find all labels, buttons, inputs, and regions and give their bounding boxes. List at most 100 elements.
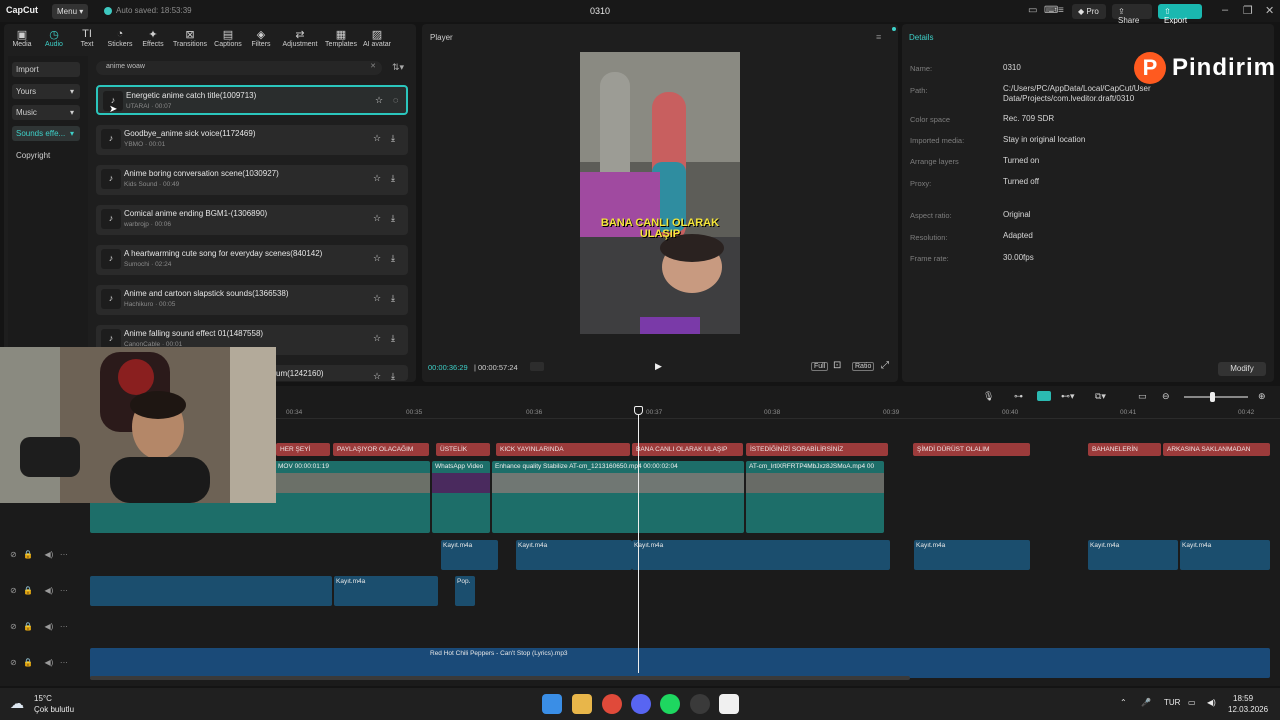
export-button[interactable]: ⇧ Export: [1158, 4, 1202, 25]
tab-text[interactable]: TI Text: [70, 28, 104, 48]
tab-stickers[interactable]: ◔ Stickers: [103, 28, 137, 48]
video-preview[interactable]: [580, 52, 740, 334]
fullscreen-icon[interactable]: ⤢: [881, 360, 889, 371]
favorite-icon[interactable]: ☆: [373, 173, 381, 184]
clear-icon[interactable]: ✕: [370, 62, 376, 70]
tab-filters[interactable]: ◈ Filters: [244, 28, 278, 48]
download-icon[interactable]: ⤓: [391, 333, 395, 344]
subnav-copyright[interactable]: Copyright: [12, 148, 80, 163]
zoom-in-icon[interactable]: ⊕: [1258, 391, 1266, 402]
subnav-music[interactable]: Music ▾: [12, 105, 80, 120]
subnav-sound-effects[interactable]: Sounds effe... ▾: [12, 126, 80, 141]
text-clip[interactable]: BAHANELERİN: [1088, 443, 1161, 456]
full-button[interactable]: Full: [811, 362, 829, 371]
obs-icon[interactable]: [690, 694, 710, 714]
clock-date[interactable]: 12.03.2026: [1228, 705, 1268, 714]
sound-item[interactable]: ♪ Goodbye_anime sick voice(1172469) YBMO…: [96, 125, 408, 155]
track-controls[interactable]: ⊘ 🔒 ◀) ···: [10, 622, 68, 631]
download-icon[interactable]: ⤓: [391, 371, 395, 381]
audio-clip[interactable]: [90, 576, 332, 606]
audio-clip[interactable]: Kayıt.m4a: [441, 540, 498, 570]
audio-clip[interactable]: Kayıt.m4a: [516, 540, 632, 570]
download-icon[interactable]: ⤓: [391, 213, 395, 224]
timeline-view-icon[interactable]: [530, 362, 544, 371]
sound-item[interactable]: ♪ Energetic anime catch title(1009713) U…: [96, 85, 408, 115]
tab-transitions[interactable]: ⊠ Transitions: [172, 28, 208, 48]
tab-effects[interactable]: ✦ Effects: [136, 28, 170, 48]
subnav-yours[interactable]: Yours ▾: [12, 84, 80, 99]
audio-clip[interactable]: Kayıt.m4a: [334, 576, 438, 606]
text-clip[interactable]: ŞİMDİ DÜRÜST OLALIM: [913, 443, 1030, 456]
audio-clip[interactable]: Kayıt.m4a: [632, 540, 890, 570]
modify-button[interactable]: Modify: [1218, 362, 1266, 376]
tab-adjustment[interactable]: ⇄ Adjustment: [280, 28, 320, 48]
favorite-icon[interactable]: ☆: [375, 95, 383, 106]
shortcut-icon[interactable]: ⌨: [1044, 5, 1058, 16]
menu-list-icon[interactable]: ≡: [1058, 5, 1064, 16]
audio-clip[interactable]: Kayıt.m4a: [1088, 540, 1178, 570]
pro-button[interactable]: ◆ Pro: [1072, 4, 1106, 19]
favorite-icon[interactable]: ☆: [373, 133, 381, 144]
tab-audio[interactable]: ◷ Audio: [37, 28, 71, 48]
zoom-slider[interactable]: [1184, 396, 1248, 398]
file-explorer-icon[interactable]: [572, 694, 592, 714]
clock-time[interactable]: 18:59: [1233, 694, 1253, 703]
zoom-slider-handle[interactable]: [1210, 392, 1215, 402]
favorite-icon[interactable]: ☆: [373, 371, 381, 381]
timeline-scrollbar[interactable]: [90, 676, 910, 680]
text-clip[interactable]: BANA CANLI OLARAK ULAŞIP: [632, 443, 743, 456]
video-clip[interactable]: AT-cm_lrtlXRFRTP4MbJxz8JSMoA.mp4 00: [746, 461, 884, 533]
share-button[interactable]: ⇪ Share: [1112, 4, 1152, 25]
sound-item[interactable]: ♪ Comical anime ending BGM1-(1306890) wa…: [96, 205, 408, 235]
video-clip[interactable]: WhatsApp Video: [432, 461, 490, 533]
audio-clip[interactable]: Kayıt.m4a: [1180, 540, 1270, 570]
minimize-icon[interactable]: –: [1222, 4, 1228, 16]
download-icon[interactable]: ⤓: [391, 133, 395, 144]
tab-templates[interactable]: ▦ Templates: [322, 28, 360, 48]
start-icon[interactable]: [542, 694, 562, 714]
maximize-icon[interactable]: ❐: [1243, 4, 1253, 17]
play-button[interactable]: ▶: [655, 361, 662, 372]
tab-ai-avatar[interactable]: ▨ AI avatar: [360, 28, 394, 48]
text-clip[interactable]: İSTEDİĞİNİZİ SORABİLİRSİNİZ: [746, 443, 888, 456]
filter-icon[interactable]: ⇅▾: [392, 62, 404, 73]
language-indicator[interactable]: TUR: [1164, 698, 1180, 707]
weather-temp[interactable]: 15°C: [34, 694, 52, 703]
search-input[interactable]: anime woaw ✕: [96, 61, 382, 75]
sound-item[interactable]: ♪ A heartwarming cute song for everyday …: [96, 245, 408, 275]
text-clip[interactable]: PAYLAŞIYOR OLACAĞIM: [333, 443, 429, 456]
snap-icon[interactable]: ⊷▾: [1061, 391, 1075, 402]
download-icon[interactable]: ⤓: [391, 293, 395, 304]
chrome-icon[interactable]: [602, 694, 622, 714]
favorite-icon[interactable]: ☆: [373, 253, 381, 264]
fit-view-icon[interactable]: ⊡: [833, 360, 841, 371]
favorite-icon[interactable]: ☆: [373, 333, 381, 344]
microphone-tray-icon[interactable]: 🎤: [1141, 698, 1151, 707]
chevron-up-icon[interactable]: ⌃: [1120, 698, 1127, 707]
playhead[interactable]: [638, 408, 639, 673]
layout-icon[interactable]: ▭: [1028, 5, 1037, 16]
track-controls[interactable]: ⊘ 🔒 ◀) ···: [10, 550, 68, 559]
video-clip[interactable]: Enhance quality Stabilize AT-cm_12131606…: [492, 461, 744, 533]
discord-icon[interactable]: [631, 694, 651, 714]
text-clip[interactable]: HER ŞEYİ: [276, 443, 330, 456]
weather-desc[interactable]: Çok bulutlu: [34, 705, 74, 714]
split-icon[interactable]: ⧉▾: [1095, 391, 1106, 402]
menu-button[interactable]: Menu ▾: [52, 4, 88, 19]
favorite-icon[interactable]: ☆: [373, 293, 381, 304]
audio-clip[interactable]: Kayıt.m4a: [914, 540, 1030, 570]
subnav-import[interactable]: Import: [12, 62, 80, 77]
favorite-icon[interactable]: ☆: [373, 213, 381, 224]
text-clip[interactable]: KICK YAYINLARINDA: [496, 443, 630, 456]
tab-media[interactable]: ▣ Media: [5, 28, 39, 48]
music-clip[interactable]: Red Hot Chili Peppers - Can't Stop (Lyri…: [90, 648, 1270, 678]
audio-clip[interactable]: Pop.: [455, 576, 475, 606]
microphone-icon[interactable]: 🎙: [983, 391, 994, 402]
ratio-button[interactable]: Ratio: [852, 362, 875, 371]
track-controls[interactable]: ⊘ 🔒 ◀) ···: [10, 658, 68, 667]
text-clip[interactable]: ARKASINA SAKLANMADAN: [1163, 443, 1270, 456]
playhead-handle[interactable]: [634, 406, 643, 415]
tab-captions[interactable]: ▤ Captions: [211, 28, 245, 48]
sound-item[interactable]: ♪ Anime and cartoon slapstick sounds(136…: [96, 285, 408, 315]
zoom-out-icon[interactable]: ⊖: [1162, 391, 1170, 402]
